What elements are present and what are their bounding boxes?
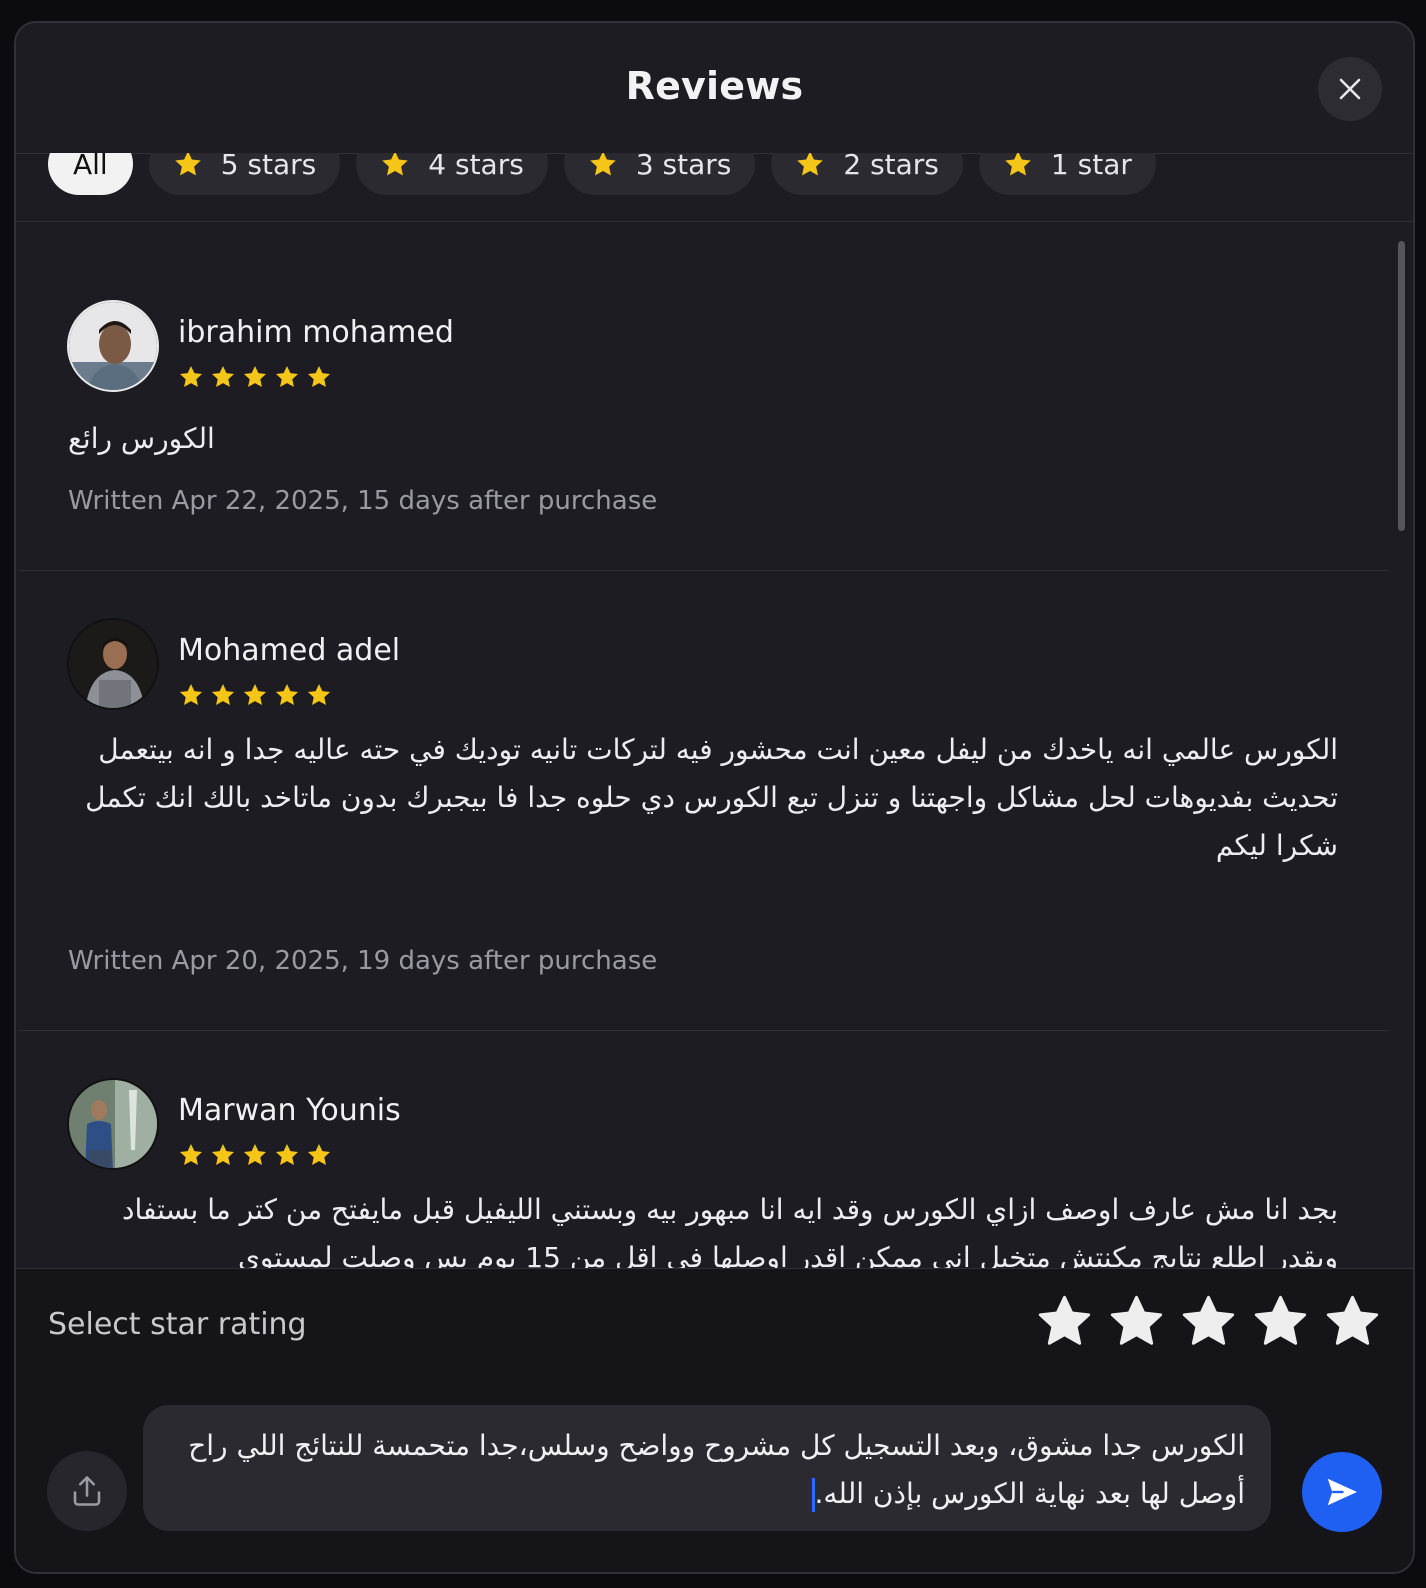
filter-4-stars[interactable]: 4 stars [356,153,548,195]
star-icon [797,153,824,176]
review-text-input[interactable]: الكورس جدا مشوق، وبعد التسجيل كل مشروح و… [143,1405,1271,1531]
reviewer-name: ibrahim mohamed [178,315,454,350]
filter-5-stars[interactable]: 5 stars [148,153,341,195]
filter-2-stars[interactable]: 2 stars [771,153,963,195]
star-icon [382,153,409,176]
review-text: بجد انا مش عارف اوصف ازاي الكورس وقد ايه… [121,1193,1338,1268]
review-item: ibrahim mohamed الكورس رائع Written Apr … [18,222,1389,571]
review-meta: Written Apr 20, 2025, 19 days after purc… [68,946,658,976]
rating-label: Select star rating [48,1307,307,1342]
star-icon [211,365,235,387]
rate-3-stars-icon[interactable] [1180,1293,1237,1350]
star-icon [243,1143,267,1165]
review-meta: Written Apr 22, 2025, 15 days after purc… [68,486,658,516]
star-icon [243,365,267,387]
review-text: الكورس عالمي انه ياخدك من ليفل معين انت … [85,733,1338,862]
star-icon [179,683,203,705]
review-text: الكورس رائع [68,422,215,455]
upload-button[interactable] [47,1451,127,1531]
star-icon [211,1143,235,1165]
star-icon [179,365,203,387]
modal-header: Reviews [16,23,1413,154]
star-rating-selector: Select star rating [16,1268,1413,1382]
send-button[interactable] [1302,1452,1382,1532]
review-list-scrollbar[interactable] [1398,241,1405,531]
rate-4-stars-icon[interactable] [1252,1293,1309,1350]
rate-2-stars-icon[interactable] [1108,1293,1165,1350]
avatar [67,300,159,392]
review-list[interactable]: ibrahim mohamed الكورس رائع Written Apr … [18,222,1389,1268]
star-icon [179,1143,203,1165]
filter-label: 2 stars [843,153,939,181]
avatar [67,618,159,710]
filter-1-star[interactable]: 1 star [978,153,1156,195]
upload-icon [73,1476,101,1506]
send-icon [1327,1478,1357,1506]
star-icon [275,1143,299,1165]
review-rating [178,364,332,390]
star-icon [307,1143,331,1165]
filter-3-stars[interactable]: 3 stars [563,153,756,195]
rating-stars [1036,1293,1381,1350]
star-icon [211,683,235,705]
review-rating [178,1142,332,1168]
filter-all[interactable]: All [48,153,133,195]
review-item: Marwan Younis بجد انا مش عارف اوصف ازاي … [18,1031,1389,1268]
star-icon [174,153,201,176]
star-icon [590,153,616,176]
modal-title: Reviews [625,64,804,108]
review-item: Mohamed adel الكورس عالمي انه ياخدك من ل… [18,571,1389,1031]
rating-filter-bar: All 5 stars 4 stars 3 stars 2 stars 1 st… [16,153,1413,222]
star-icon [275,365,299,387]
avatar [67,1078,159,1170]
star-icon [243,683,267,705]
review-rating [178,682,332,708]
filter-label: 4 stars [428,153,524,181]
reviews-modal: Reviews All 5 stars 4 stars 3 stars 2 st… [14,21,1415,1574]
reviewer-name: Mohamed adel [178,633,401,668]
filter-label: All [73,153,108,181]
star-icon [307,683,331,705]
review-composer: الكورس جدا مشوق، وبعد التسجيل كل مشروح و… [16,1381,1413,1572]
close-icon [1339,78,1361,100]
filter-label: 3 stars [635,153,732,181]
filter-label: 1 star [1050,153,1132,181]
close-button[interactable] [1318,57,1382,121]
star-icon [275,683,299,705]
rate-5-stars-icon[interactable] [1324,1293,1381,1350]
filter-label: 5 stars [220,153,317,181]
reviewer-name: Marwan Younis [178,1093,401,1128]
rate-1-star-icon[interactable] [1036,1293,1093,1350]
star-icon [307,365,331,387]
review-draft-text: الكورس جدا مشوق، وبعد التسجيل كل مشروح و… [188,1429,1245,1510]
star-icon [1005,153,1031,176]
